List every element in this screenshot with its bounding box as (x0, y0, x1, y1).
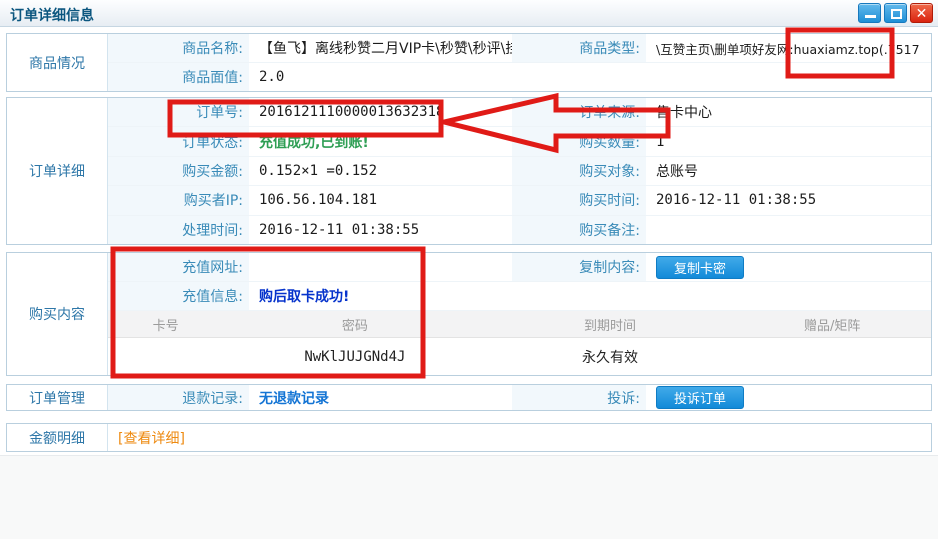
refund-value: 无退款记录 (249, 385, 512, 410)
order-remark-label: 购买备注: (512, 216, 646, 244)
minimize-button[interactable] (858, 3, 881, 23)
card-table-row: NwKlJUJGNd4J 永久有效 (108, 338, 931, 375)
row-order-status: 订单状态: 充值成功,已到账! 购买数量: 1 (108, 127, 931, 156)
order-target-label: 购买对象: (512, 157, 646, 185)
section-amount-label: 金额明细 (7, 424, 108, 451)
maximize-button[interactable] (884, 3, 907, 23)
row-order-amount: 购买金额: 0.152×1 =0.152 购买对象: 总账号 (108, 157, 931, 186)
order-target-value: 总账号 (646, 157, 931, 185)
card-table-header-gift: 赠品/矩阵 (733, 315, 931, 334)
order-amount-label: 购买金额: (108, 157, 249, 185)
order-qty-label: 购买数量: (512, 127, 646, 155)
copy-content-label: 复制内容: (512, 253, 646, 281)
order-handletime-value: 2016-12-11 01:38:55 (249, 216, 512, 244)
order-no-value: 2016121110000013632318 (249, 98, 512, 126)
row-product-face: 商品面值: 2.0 (108, 63, 931, 91)
product-face-label: 商品面值: (108, 63, 249, 91)
recharge-info-value: 购后取卡成功! (249, 282, 931, 310)
order-ip-value: 106.56.104.181 (249, 186, 512, 214)
row-amount-detail: [查看详细] (108, 424, 931, 451)
card-table-header-password: 密码 (223, 315, 486, 334)
close-icon: ✕ (911, 5, 932, 23)
recharge-info-label: 充值信息: (108, 282, 249, 310)
product-type-value: \互赞主页\删单项好友网:huaxiamz.top(.7517 (646, 34, 931, 62)
copy-card-secret-button[interactable]: 复制卡密 (656, 256, 744, 279)
minimize-icon (865, 15, 876, 18)
row-recharge-info: 充值信息: 购后取卡成功! (108, 282, 931, 311)
complaint-label: 投诉: (512, 385, 646, 410)
row-refund: 退款记录: 无退款记录 投诉: 投诉订单 (108, 385, 931, 410)
dialog-titlebar: 订单详细信息 ✕ (0, 0, 938, 27)
order-source-value: 售卡中心 (646, 98, 931, 126)
product-name-value: 【鱼飞】离线秒赞二月VIP卡\秒赞\秒评\挂排 (249, 34, 512, 62)
refund-label: 退款记录: (108, 385, 249, 410)
card-password-value: NwKlJUJGNd4J (223, 349, 486, 365)
section-order-label: 订单详细 (7, 98, 108, 244)
section-manage: 订单管理 退款记录: 无退款记录 投诉: 投诉订单 (6, 384, 932, 411)
order-remark-value (646, 216, 931, 244)
section-product-label: 商品情况 (7, 34, 108, 91)
card-table-header: 卡号 密码 到期时间 赠品/矩阵 (108, 311, 931, 338)
order-ip-label: 购买者IP: (108, 186, 249, 214)
section-manage-label: 订单管理 (7, 385, 108, 410)
row-order-handletime: 处理时间: 2016-12-11 01:38:55 购买备注: (108, 216, 931, 244)
section-product: 商品情况 商品名称: 【鱼飞】离线秒赞二月VIP卡\秒赞\秒评\挂排 商品类型:… (6, 33, 932, 92)
window-controls: ✕ (858, 3, 933, 23)
section-order: 订单详细 订单号: 2016121110000013632318 订单来源: 售… (6, 97, 932, 245)
product-name-label: 商品名称: (108, 34, 249, 62)
order-handletime-label: 处理时间: (108, 216, 249, 244)
section-amount: 金额明细 [查看详细] (6, 423, 932, 452)
row-order-no: 订单号: 2016121110000013632318 订单来源: 售卡中心 (108, 98, 931, 127)
order-status-label: 订单状态: (108, 127, 249, 155)
view-detail-link[interactable]: [查看详细] (118, 428, 185, 448)
order-amount-value: 0.152×1 =0.152 (249, 157, 512, 185)
close-button[interactable]: ✕ (910, 3, 933, 23)
product-type-label: 商品类型: (512, 34, 646, 62)
card-expiry-value: 永久有效 (487, 347, 734, 367)
row-product-name: 商品名称: 【鱼飞】离线秒赞二月VIP卡\秒赞\秒评\挂排 商品类型: \互赞主… (108, 34, 931, 63)
order-status-value: 充值成功,已到账! (249, 127, 512, 155)
order-no-label: 订单号: (108, 98, 249, 126)
card-table-header-cardno: 卡号 (108, 315, 223, 334)
recharge-url-label: 充值网址: (108, 253, 249, 281)
row-order-ip: 购买者IP: 106.56.104.181 购买时间: 2016-12-11 0… (108, 186, 931, 215)
card-table-header-expiry: 到期时间 (487, 315, 734, 334)
section-content-label: 购买内容 (7, 253, 108, 375)
bottom-background (0, 455, 938, 539)
product-face-value: 2.0 (249, 63, 931, 91)
maximize-icon (891, 9, 902, 19)
order-buytime-value: 2016-12-11 01:38:55 (646, 186, 931, 214)
order-source-label: 订单来源: (512, 98, 646, 126)
order-buytime-label: 购买时间: (512, 186, 646, 214)
order-qty-value: 1 (646, 127, 931, 155)
section-content: 购买内容 充值网址: 复制内容: 复制卡密 充值信息: 购后取卡成功! 卡号 密… (6, 252, 932, 376)
page-title: 订单详细信息 (10, 5, 94, 25)
row-recharge-url: 充值网址: 复制内容: 复制卡密 (108, 253, 931, 282)
complain-order-button[interactable]: 投诉订单 (656, 386, 744, 409)
recharge-url-value (249, 253, 512, 281)
